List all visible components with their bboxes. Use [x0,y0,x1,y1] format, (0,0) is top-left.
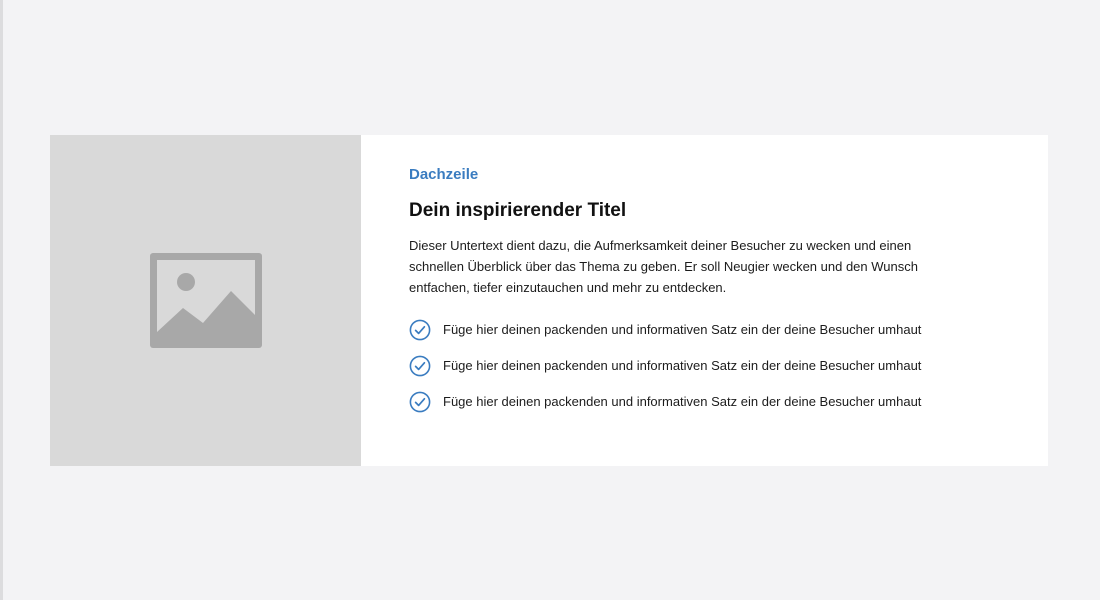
check-circle-icon [409,391,431,413]
kicker-label: Dachzeile [409,166,479,183]
check-circle-icon [409,355,431,377]
benefit-list: Füge hier deinen packenden und informati… [409,319,1029,413]
card-title: Dein inspirierender Titel [409,200,627,221]
benefit-item: Füge hier deinen packenden und informati… [409,391,1029,413]
benefit-item: Füge hier deinen packenden und informati… [409,355,1029,377]
benefit-item: Füge hier deinen packenden und informati… [409,319,1029,341]
card-subtext: Dieser Untertext dient dazu, die Aufmerk… [409,238,918,295]
feature-card: Dachzeile Dein inspirierender Titel Dies… [50,135,1048,466]
card-content: Dachzeile Dein inspirierender Titel Dies… [361,135,1029,466]
image-placeholder-icon [149,253,262,348]
benefit-text: Füge hier deinen packenden und informati… [443,394,922,409]
check-circle-icon [409,319,431,341]
benefit-text: Füge hier deinen packenden und informati… [443,322,922,337]
image-placeholder [50,135,361,466]
page-edge-divider [0,0,3,600]
benefit-text: Füge hier deinen packenden und informati… [443,358,922,373]
